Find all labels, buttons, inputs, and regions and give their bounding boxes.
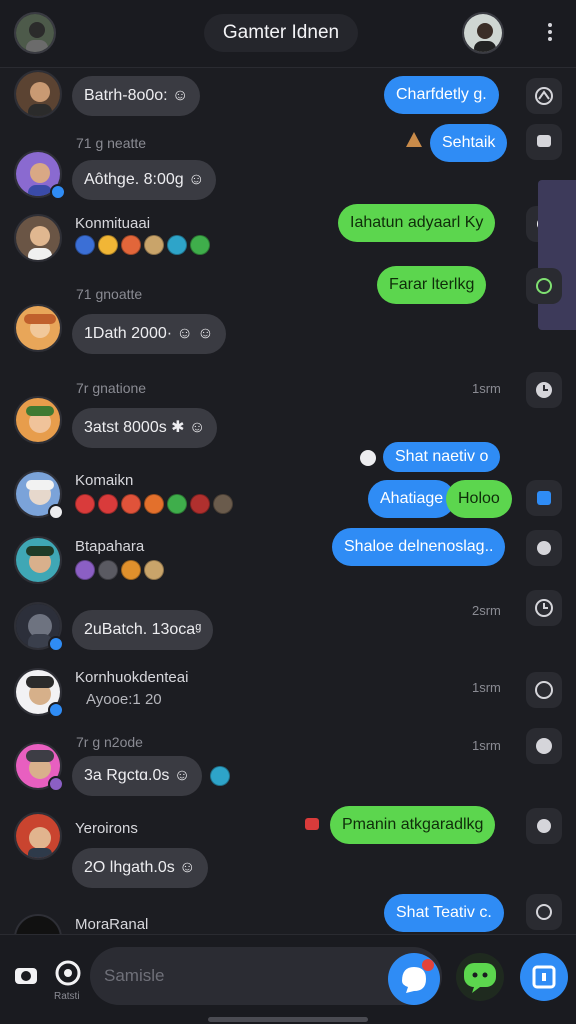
reply-icon[interactable]: [526, 530, 562, 566]
reaction-row[interactable]: [75, 494, 233, 516]
reply-icon[interactable]: [526, 480, 562, 516]
sticker-icon: [305, 818, 319, 830]
composer-bar: Ratsti Samisle: [0, 934, 576, 1024]
outgoing-message[interactable]: Holoo: [446, 480, 512, 518]
timestamp: 1srm: [472, 738, 501, 753]
reaction-icon[interactable]: [526, 78, 562, 114]
message-meta: 71 g neatte: [76, 135, 147, 151]
outgoing-message[interactable]: Shaloe delnenoslag..: [332, 528, 506, 566]
reply-icon[interactable]: [526, 894, 562, 930]
avatar[interactable]: [14, 304, 62, 352]
message-meta: 7r g n2ode: [76, 734, 143, 750]
sender-name: MoraRanal: [75, 916, 149, 933]
send-button[interactable]: [520, 953, 568, 1001]
reply-icon[interactable]: [526, 124, 562, 160]
sender-name: Btapahara: [75, 538, 145, 555]
reaction-row[interactable]: [210, 766, 230, 788]
input-placeholder: Samisle: [104, 966, 165, 985]
incoming-message[interactable]: 3atst 8000s ✱ ☺: [72, 408, 218, 448]
clock-icon[interactable]: [526, 590, 562, 626]
status-badge: [48, 504, 64, 520]
avatar[interactable]: [14, 536, 62, 584]
chat-bubble-icon[interactable]: [456, 953, 504, 1001]
avatar[interactable]: [14, 70, 62, 118]
avatar[interactable]: [14, 396, 62, 444]
reply-icon[interactable]: [526, 268, 562, 304]
home-indicator: [208, 1017, 368, 1022]
clock-icon[interactable]: [526, 672, 562, 708]
outgoing-message[interactable]: Iahatun adyaarl Ky: [338, 204, 496, 242]
message-meta: 7r gnatione: [76, 380, 147, 396]
status-badge: [48, 776, 64, 792]
outgoing-message[interactable]: Shat Teativ c.: [384, 894, 504, 932]
sender-name: Komaikn: [75, 472, 134, 489]
incoming-message[interactable]: Batrh-8o0o: ☺: [72, 76, 201, 116]
sender-name: Yeroirons: [75, 820, 138, 837]
messenger-button[interactable]: [388, 953, 440, 1005]
chat-title[interactable]: Gamter Idnen: [204, 14, 358, 52]
incoming-message[interactable]: 2O lhgath.0s ☺: [72, 848, 208, 888]
message-meta: 71 gnoatte: [76, 286, 143, 302]
more-vertical-icon[interactable]: [540, 20, 560, 48]
timestamp: 2srm: [472, 603, 501, 618]
composer-label: Ratsti: [54, 991, 80, 1002]
outgoing-message[interactable]: Ahatiage: [368, 480, 456, 518]
sender-name: Konmituaai: [75, 215, 151, 232]
reply-icon[interactable]: [526, 808, 562, 844]
outgoing-message[interactable]: Farar lterlkg: [377, 266, 487, 304]
reaction-row[interactable]: [75, 560, 164, 582]
incoming-message[interactable]: 1Dath 2000· ☺ ☺: [72, 314, 226, 354]
sticker-icon: [406, 132, 422, 147]
outgoing-message[interactable]: Pmanin atkgaradlkg: [330, 806, 496, 844]
timestamp: 1srm: [472, 381, 501, 396]
reaction-row[interactable]: [75, 235, 210, 257]
avatar[interactable]: [14, 214, 62, 262]
reply-icon[interactable]: [526, 728, 562, 764]
outgoing-message[interactable]: Sehtaik: [430, 124, 508, 162]
incoming-message[interactable]: 2uBatch. 13ocaᵍ: [72, 610, 214, 650]
header-avatar-right[interactable]: [462, 12, 504, 54]
online-badge: [48, 702, 64, 718]
avatar[interactable]: [14, 812, 62, 860]
timestamp: 1srm: [472, 680, 501, 695]
incoming-message[interactable]: 3a Rgctɑ.0s ☺: [72, 756, 203, 796]
camera-icon[interactable]: [12, 961, 40, 989]
header-avatar-left[interactable]: [14, 12, 56, 54]
sender-name: Kornhuokdenteai: [75, 669, 189, 686]
sticker-icon: [360, 450, 376, 466]
incoming-message[interactable]: Aôthge. 8:00g ☺: [72, 160, 217, 200]
avatar[interactable]: [14, 914, 62, 934]
message-list[interactable]: Batrh-8o0o: ☺ Charfdetly g. 71 g neatte …: [0, 68, 576, 934]
message-subtext: Ayooe:1 20: [86, 691, 162, 708]
sticker-picker-icon[interactable]: [54, 959, 82, 987]
shared-image[interactable]: [538, 180, 576, 330]
outgoing-message[interactable]: Shat naetiv o: [383, 442, 501, 472]
online-badge: [50, 184, 66, 200]
outgoing-message[interactable]: Charfdetly g.: [384, 76, 499, 114]
clock-icon[interactable]: [526, 372, 562, 408]
chat-header: Gamter Idnen: [0, 0, 576, 68]
online-badge: [48, 636, 64, 652]
